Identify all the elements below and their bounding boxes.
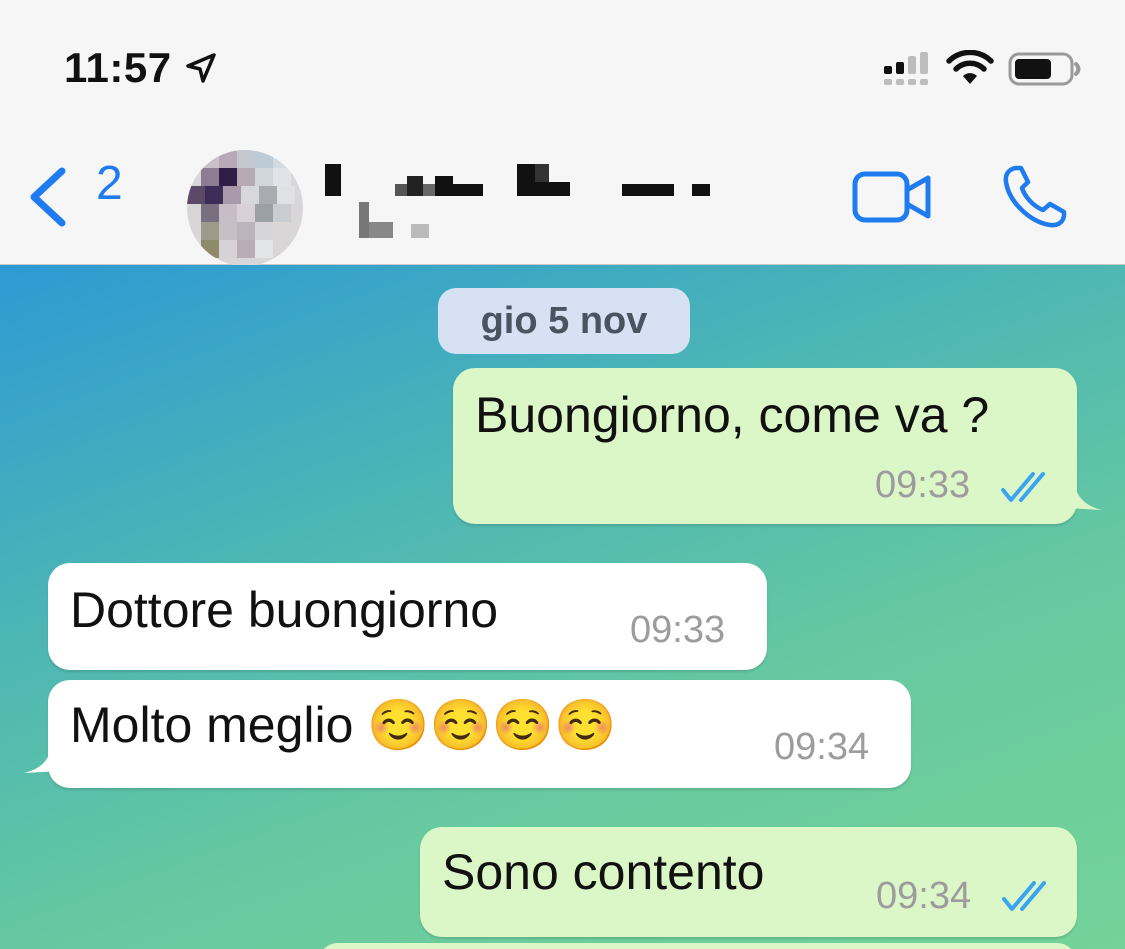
contact-name-pixelated[interactable] [320, 146, 740, 196]
message-text: Dottore buongiorno [70, 582, 499, 638]
message-text: Molto meglio ☺️☺️☺️☺️ [70, 697, 617, 753]
message-time: 09:33 [875, 464, 971, 506]
status-time: 11:57 [64, 44, 172, 91]
status-bar: 11:57 [0, 0, 1125, 132]
bubble-tail [1066, 480, 1102, 510]
chevron-left-icon[interactable] [26, 167, 72, 227]
location-arrow-icon [186, 53, 216, 83]
video-camera-icon[interactable] [852, 170, 932, 226]
phone-icon[interactable] [1000, 164, 1070, 230]
wifi-icon [946, 50, 994, 84]
message-time: 09:34 [876, 875, 972, 917]
message-outgoing-partial[interactable] [318, 943, 1077, 949]
contact-avatar[interactable] [187, 150, 303, 266]
message-time: 09:34 [774, 726, 870, 768]
double-check-icon [1001, 472, 1045, 502]
contact-status-pixelated [359, 202, 429, 238]
unread-count[interactable]: 2 [96, 156, 123, 211]
message-text: Sono contento [442, 844, 765, 900]
message-outgoing[interactable]: Sono contento 09:34 [420, 827, 1077, 937]
chat-area[interactable]: gio 5 nov Buongiorno, come va ? 09:33 Do… [0, 265, 1125, 949]
cellular-signal-icon [884, 52, 928, 85]
message-incoming[interactable]: Molto meglio ☺️☺️☺️☺️ 09:34 [48, 680, 911, 788]
message-time: 09:33 [630, 609, 726, 651]
double-check-icon [1002, 881, 1046, 911]
message-incoming[interactable]: Dottore buongiorno 09:33 [48, 563, 767, 670]
battery-icon [1008, 52, 1081, 86]
message-text: Buongiorno, come va ? [475, 387, 990, 443]
chat-header: 2 [0, 132, 1125, 266]
bubble-tail [24, 743, 60, 773]
message-outgoing[interactable]: Buongiorno, come va ? 09:33 [453, 368, 1077, 524]
date-separator: gio 5 nov [438, 288, 690, 354]
